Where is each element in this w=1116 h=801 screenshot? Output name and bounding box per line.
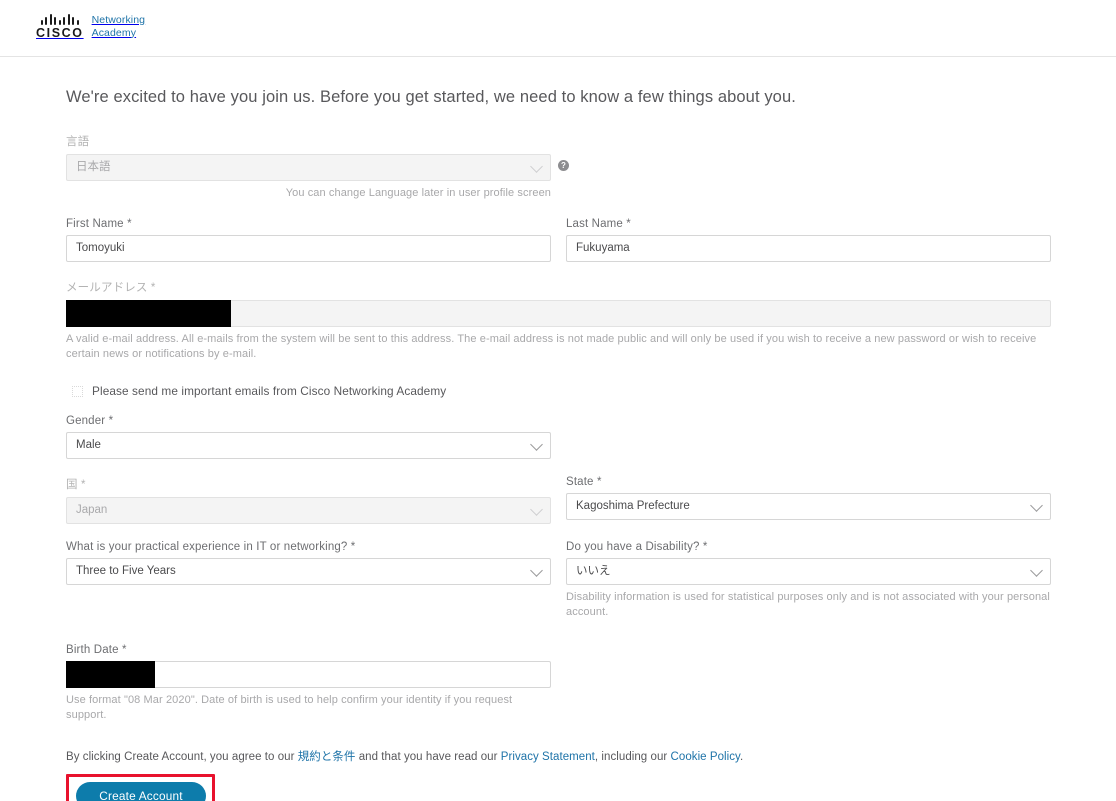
last-name-input[interactable]: Fukuyama bbox=[566, 235, 1051, 262]
field-disability: Do you have a Disability? * いいえ Disabili… bbox=[566, 541, 1051, 620]
disability-value: いいえ bbox=[576, 565, 611, 577]
terms-part-1: By clicking Create Account, you agree to… bbox=[66, 751, 298, 763]
field-first-name: First Name * Tomoyuki bbox=[66, 218, 551, 262]
language-select[interactable]: 日本語 bbox=[66, 154, 551, 181]
state-label: State * bbox=[566, 476, 602, 488]
field-language: 言語 日本語 ? You can change Language later i… bbox=[66, 133, 569, 201]
country-label: 国 * bbox=[66, 479, 86, 491]
terms-part-4: . bbox=[740, 751, 744, 763]
last-name-label: Last Name * bbox=[566, 218, 631, 230]
last-name-value: Fukuyama bbox=[576, 242, 630, 254]
question-mark-icon[interactable]: ? bbox=[558, 160, 569, 171]
form-container: We're excited to have you join us. Befor… bbox=[58, 88, 1058, 801]
experience-select[interactable]: Three to Five Years bbox=[66, 558, 551, 585]
birth-date-helper-text: Use format "08 Mar 2020". Date of birth … bbox=[66, 694, 513, 721]
registration-form: 言語 日本語 ? You can change Language later i… bbox=[66, 133, 1058, 801]
academy-wordmark: Networking Academy bbox=[92, 14, 146, 40]
terms-agreement-text: By clicking Create Account, you agree to… bbox=[66, 748, 1058, 764]
first-name-value: Tomoyuki bbox=[76, 242, 125, 254]
email-label: メールアドレス * bbox=[66, 282, 156, 294]
cisco-bridge-icon: CISCO bbox=[36, 14, 84, 40]
first-name-label: First Name * bbox=[66, 218, 132, 230]
page-title: We're excited to have you join us. Befor… bbox=[66, 88, 796, 106]
language-helper-text: You can change Language later in user pr… bbox=[285, 187, 551, 199]
chevron-down-icon bbox=[530, 159, 543, 173]
email-helper-text: A valid e-mail address. All e-mails from… bbox=[66, 333, 1037, 360]
disability-helper-text: Disability information is used for stati… bbox=[566, 591, 1050, 618]
first-name-input[interactable]: Tomoyuki bbox=[66, 235, 551, 262]
experience-value: Three to Five Years bbox=[76, 565, 176, 577]
submit-zone: Create Account bbox=[66, 774, 1058, 801]
gender-label: Gender * bbox=[66, 415, 114, 427]
field-email: メールアドレス * A valid e-mail address. All e-… bbox=[66, 279, 1051, 362]
experience-disability-row: What is your practical experience in IT … bbox=[66, 541, 1058, 620]
gender-select[interactable]: Male bbox=[66, 432, 551, 459]
experience-label: What is your practical experience in IT … bbox=[66, 541, 356, 553]
field-country: 国 * Japan bbox=[66, 476, 551, 524]
email-redaction-overlay bbox=[66, 300, 231, 327]
marketing-optin-checkbox[interactable] bbox=[72, 385, 83, 397]
field-birth-date: Birth Date * Use format "08 Mar 2020". D… bbox=[66, 644, 551, 723]
language-label: 言語 bbox=[66, 136, 90, 148]
privacy-statement-link[interactable]: Privacy Statement bbox=[501, 751, 595, 763]
disability-label: Do you have a Disability? * bbox=[566, 541, 708, 553]
gender-value: Male bbox=[76, 439, 101, 451]
site-header: CISCO Networking Academy bbox=[0, 0, 1116, 57]
chevron-down-icon bbox=[530, 502, 543, 516]
create-account-button[interactable]: Create Account bbox=[76, 782, 206, 801]
chevron-down-icon bbox=[530, 563, 543, 577]
cisco-networking-academy-logo[interactable]: CISCO Networking Academy bbox=[36, 14, 145, 40]
cookie-policy-link[interactable]: Cookie Policy bbox=[671, 751, 740, 763]
chevron-down-icon bbox=[530, 437, 543, 451]
marketing-optin-label: Please send me important emails from Cis… bbox=[92, 384, 447, 398]
registration-page: We're excited to have you join us. Befor… bbox=[0, 88, 1116, 801]
country-value: Japan bbox=[76, 504, 108, 516]
terms-and-conditions-link[interactable]: 規約と条件 bbox=[298, 751, 356, 763]
chevron-down-icon bbox=[1030, 498, 1043, 512]
field-last-name: Last Name * Fukuyama bbox=[566, 218, 1051, 262]
brand-line-1: Networking bbox=[91, 14, 146, 26]
country-select[interactable]: Japan bbox=[66, 497, 551, 524]
marketing-optin-row[interactable]: Please send me important emails from Cis… bbox=[66, 384, 1058, 398]
terms-part-3: , including our bbox=[594, 751, 671, 763]
state-select[interactable]: Kagoshima Prefecture bbox=[566, 493, 1051, 520]
country-state-row: 国 * Japan State * Kagoshima Prefecture bbox=[66, 476, 1058, 524]
state-value: Kagoshima Prefecture bbox=[576, 500, 690, 512]
disability-select[interactable]: いいえ bbox=[566, 558, 1051, 585]
terms-part-2: and that you have read our bbox=[355, 751, 501, 763]
birth-date-redaction-overlay bbox=[66, 661, 155, 688]
name-row: First Name * Tomoyuki Last Name * Fukuya… bbox=[66, 218, 1058, 262]
field-experience: What is your practical experience in IT … bbox=[66, 541, 551, 620]
field-state: State * Kagoshima Prefecture bbox=[566, 476, 1051, 524]
chevron-down-icon bbox=[1030, 563, 1043, 577]
field-gender: Gender * Male bbox=[66, 415, 551, 459]
cisco-wordmark: CISCO bbox=[36, 26, 84, 40]
language-value: 日本語 bbox=[76, 161, 111, 173]
birth-date-label: Birth Date * bbox=[66, 644, 127, 656]
brand-line-2: Academy bbox=[91, 26, 137, 39]
